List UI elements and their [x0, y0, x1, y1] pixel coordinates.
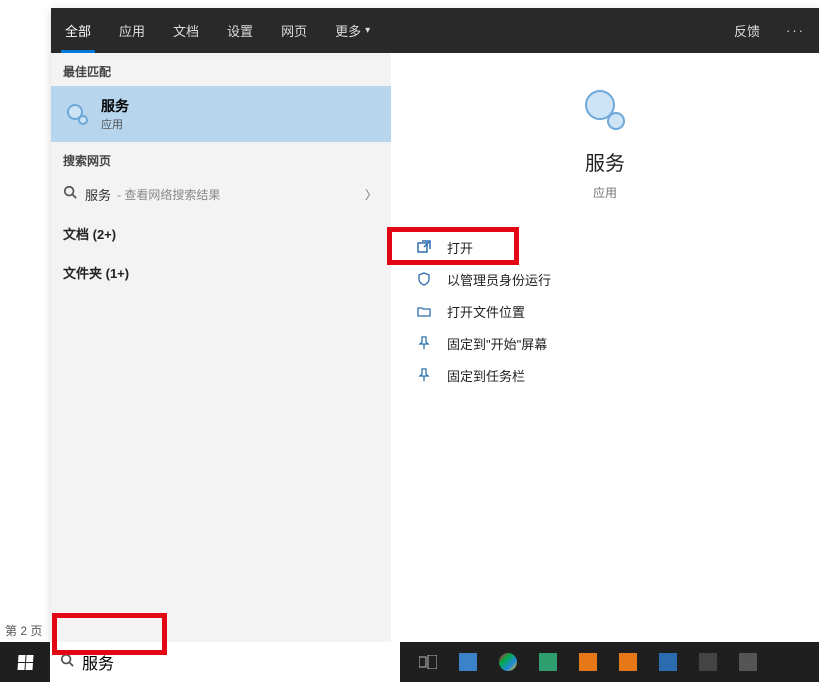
tab-docs[interactable]: 文档: [159, 8, 213, 53]
tab-web[interactable]: 网页: [267, 8, 321, 53]
action-open[interactable]: 打开: [407, 231, 803, 263]
action-pin-taskbar[interactable]: 固定到任务栏: [407, 359, 803, 391]
tab-apps[interactable]: 应用: [105, 8, 159, 53]
action-list: 打开 以管理员身份运行 打开文件位置: [391, 231, 819, 391]
open-icon: [415, 240, 433, 254]
search-input[interactable]: [82, 653, 118, 671]
feedback-link[interactable]: 反馈: [722, 8, 772, 53]
tab-settings[interactable]: 设置: [213, 8, 267, 53]
tab-more-label: 更多: [335, 21, 361, 40]
action-pin-start-label: 固定到"开始"屏幕: [447, 334, 547, 353]
taskbar-app-icon[interactable]: [532, 646, 564, 678]
search-icon: [63, 185, 77, 204]
tab-more[interactable]: 更多 ▾: [321, 8, 384, 53]
search-panel: 全部 应用 文档 设置 网页 更多 ▾ 反馈 ··· 最佳匹配 服务 应用: [51, 8, 819, 642]
taskbar-app-icon[interactable]: [732, 646, 764, 678]
start-button[interactable]: [0, 642, 50, 682]
taskbar-app-icon[interactable]: [492, 646, 524, 678]
pin-icon: [415, 368, 433, 382]
task-view-icon[interactable]: [412, 646, 444, 678]
action-run-admin[interactable]: 以管理员身份运行: [407, 263, 803, 295]
taskbar-app-icon[interactable]: [692, 646, 724, 678]
action-open-location[interactable]: 打开文件位置: [407, 295, 803, 327]
action-open-label: 打开: [447, 238, 473, 257]
results-list: 最佳匹配 服务 应用 搜索网页 服务 -: [51, 53, 391, 642]
result-title: 服务: [101, 96, 129, 116]
category-folders[interactable]: 文件夹 (1+): [51, 253, 391, 292]
page-indicator: 第 2 页: [5, 622, 42, 639]
section-best-match: 最佳匹配: [51, 53, 391, 86]
web-search-query: 服务: [85, 185, 111, 204]
chevron-down-icon: ▾: [365, 25, 370, 36]
folder-icon: [415, 304, 433, 318]
result-services-app[interactable]: 服务 应用: [51, 86, 391, 142]
web-search-hint: - 查看网络搜索结果: [117, 186, 220, 203]
search-icon: [60, 653, 74, 672]
tab-all[interactable]: 全部: [51, 8, 105, 53]
preview-pane: 服务 应用 打开 以管理员身份运行: [391, 53, 819, 642]
preview-title: 服务: [585, 147, 625, 176]
tab-bar: 全部 应用 文档 设置 网页 更多 ▾ 反馈 ···: [51, 8, 819, 53]
result-subtitle: 应用: [101, 116, 129, 132]
action-pin-start[interactable]: 固定到"开始"屏幕: [407, 327, 803, 359]
action-run-admin-label: 以管理员身份运行: [447, 270, 551, 289]
web-search-result[interactable]: 服务 - 查看网络搜索结果 〉: [51, 175, 391, 214]
pin-icon: [415, 336, 433, 350]
action-pin-taskbar-label: 固定到任务栏: [447, 366, 525, 385]
taskbar: [0, 642, 819, 682]
more-menu-icon[interactable]: ···: [772, 8, 819, 53]
action-open-location-label: 打开文件位置: [447, 302, 525, 321]
shield-icon: [415, 272, 433, 286]
gear-icon: [63, 100, 91, 128]
section-search-web: 搜索网页: [51, 142, 391, 175]
gear-icon: [576, 81, 634, 139]
chevron-right-icon: 〉: [365, 186, 377, 203]
taskbar-app-icon[interactable]: [452, 646, 484, 678]
taskbar-app-icon[interactable]: [612, 646, 644, 678]
taskbar-search[interactable]: [50, 642, 400, 682]
preview-subtitle: 应用: [593, 184, 617, 201]
taskbar-app-icon[interactable]: [572, 646, 604, 678]
windows-icon: [17, 655, 33, 670]
category-docs[interactable]: 文档 (2+): [51, 214, 391, 253]
taskbar-icons: [400, 646, 764, 678]
taskbar-app-icon[interactable]: [652, 646, 684, 678]
